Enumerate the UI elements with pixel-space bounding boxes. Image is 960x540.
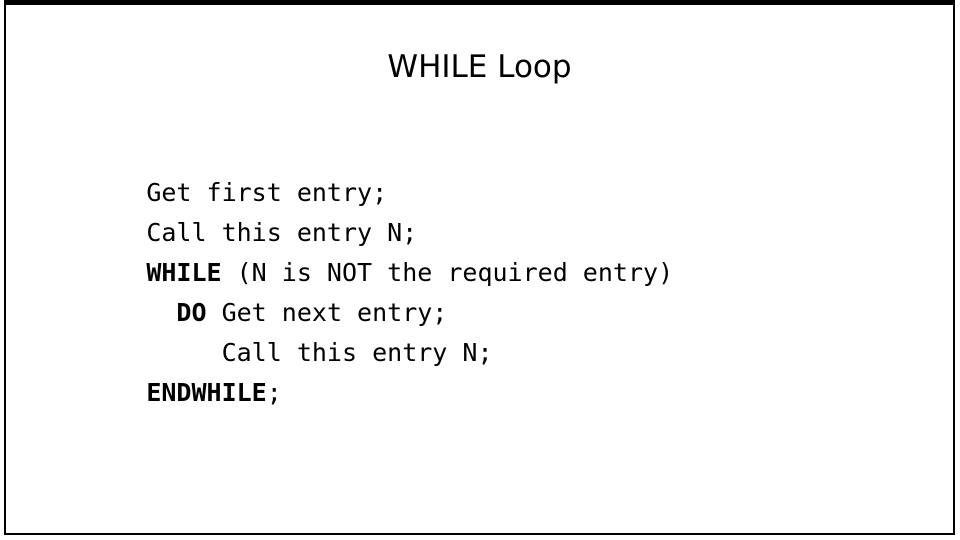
code-text: Call this entry N; xyxy=(146,218,418,247)
code-keyword: ENDWHILE xyxy=(146,378,267,407)
code-text: Get next entry; xyxy=(206,298,448,327)
code-text: (N is NOT the required entry) xyxy=(221,258,674,287)
code-keyword: WHILE xyxy=(146,258,222,287)
code-text: Get first entry; xyxy=(146,178,388,207)
code-text: Call this entry N; xyxy=(221,338,493,367)
code-block: Get first entry; Call this entry N; WHIL… xyxy=(56,133,916,407)
slide-canvas: WHILE Loop Get first entry; Call this en… xyxy=(4,0,955,535)
code-keyword: DO xyxy=(176,298,207,327)
code-text: ; xyxy=(266,378,282,407)
code-line: Get first entry; xyxy=(56,133,916,207)
page-title: WHILE Loop xyxy=(387,49,572,85)
